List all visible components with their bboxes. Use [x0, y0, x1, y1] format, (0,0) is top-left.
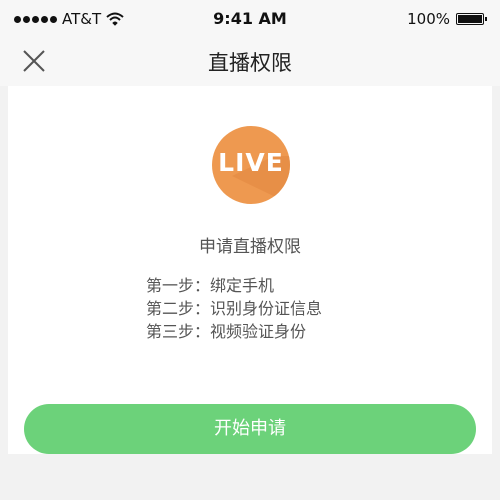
nav-bar: 直播权限	[0, 36, 500, 86]
page-title: 直播权限	[208, 51, 292, 75]
status-bar: AT&T 9:41 AM 100%	[0, 0, 500, 36]
steps-list: 第一步：绑定手机 第二步：识别身份证信息 第三步：视频验证身份	[146, 274, 322, 343]
battery-percent: 100%	[407, 10, 450, 28]
step-3: 第三步：视频验证身份	[146, 322, 307, 341]
live-badge-text: LIVE	[218, 148, 284, 177]
live-icon: LIVE	[212, 126, 290, 204]
step-1: 第一步：绑定手机	[146, 276, 275, 295]
status-right: 100%	[407, 10, 487, 28]
battery-icon	[456, 13, 487, 25]
step-2: 第二步：识别身份证信息	[146, 299, 323, 318]
subtitle: 申请直播权限	[199, 237, 301, 257]
start-apply-button[interactable]: 开始申请	[24, 404, 476, 454]
